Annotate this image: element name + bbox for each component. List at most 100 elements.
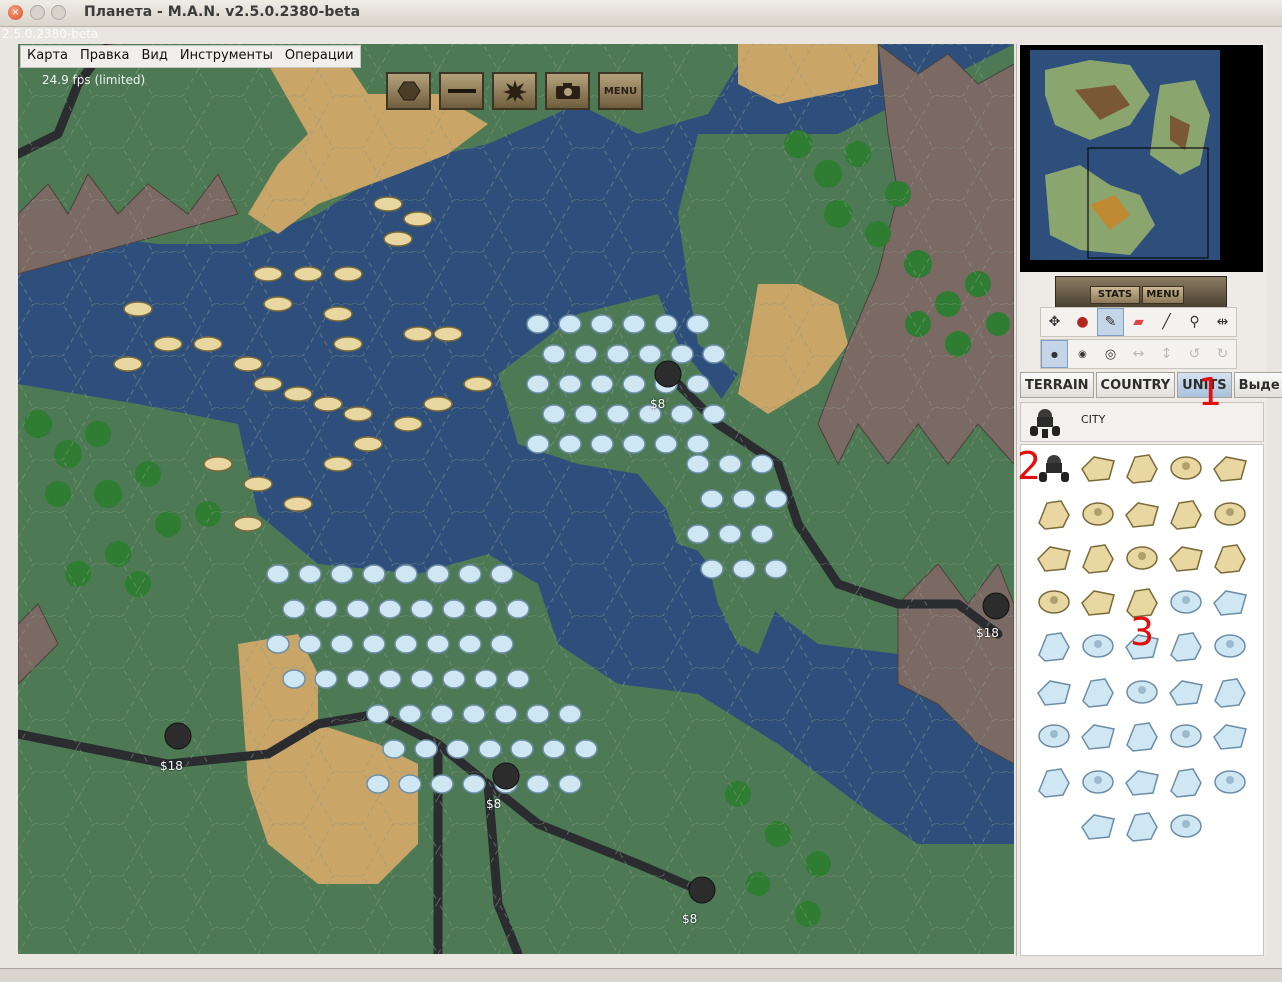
palette-unit-icon[interactable]	[1123, 449, 1161, 487]
ice-unit-sprite[interactable]	[526, 704, 550, 724]
gold-unit-sprite[interactable]	[433, 326, 463, 342]
ice-unit-sprite[interactable]	[686, 434, 710, 454]
minimap[interactable]	[1020, 45, 1263, 272]
ice-unit-sprite[interactable]	[700, 489, 724, 509]
ice-unit-sprite[interactable]	[366, 774, 390, 794]
ice-unit-sprite[interactable]	[314, 669, 338, 689]
ice-unit-sprite[interactable]	[542, 404, 566, 424]
gold-unit-sprite[interactable]	[403, 326, 433, 342]
ice-unit-sprite[interactable]	[558, 314, 582, 334]
ice-unit-sprite[interactable]	[430, 704, 454, 724]
ice-unit-sprite[interactable]	[542, 344, 566, 364]
gold-unit-sprite[interactable]	[233, 356, 263, 372]
ice-unit-sprite[interactable]	[558, 434, 582, 454]
ice-unit-sprite[interactable]	[298, 634, 322, 654]
palette-unit-icon[interactable]	[1079, 673, 1117, 711]
ice-unit-sprite[interactable]	[622, 374, 646, 394]
gold-unit-sprite[interactable]	[203, 456, 233, 472]
ice-unit-sprite[interactable]	[426, 564, 450, 584]
ice-unit-sprite[interactable]	[378, 669, 402, 689]
gold-unit-sprite[interactable]	[343, 406, 373, 422]
ice-unit-sprite[interactable]	[764, 489, 788, 509]
ice-unit-sprite[interactable]	[426, 634, 450, 654]
ice-unit-sprite[interactable]	[702, 404, 726, 424]
eyedropper-tool-button[interactable]: ⚲	[1181, 308, 1208, 336]
gold-unit-sprite[interactable]	[333, 336, 363, 352]
city-map-token[interactable]	[688, 876, 716, 904]
palette-unit-icon[interactable]	[1167, 627, 1205, 665]
ice-unit-sprite[interactable]	[442, 599, 466, 619]
ice-unit-sprite[interactable]	[490, 564, 514, 584]
gold-unit-sprite[interactable]	[243, 476, 273, 492]
ice-unit-sprite[interactable]	[346, 599, 370, 619]
gold-unit-sprite[interactable]	[253, 266, 283, 282]
ice-unit-sprite[interactable]	[442, 669, 466, 689]
brush-size-medium-button[interactable]: ◉	[1069, 340, 1096, 368]
ice-unit-sprite[interactable]	[394, 634, 418, 654]
ice-unit-sprite[interactable]	[382, 739, 406, 759]
gold-unit-sprite[interactable]	[393, 416, 423, 432]
ice-unit-sprite[interactable]	[686, 524, 710, 544]
ice-unit-sprite[interactable]	[750, 524, 774, 544]
ice-unit-sprite[interactable]	[526, 774, 550, 794]
palette-unit-icon[interactable]	[1123, 673, 1161, 711]
ice-unit-sprite[interactable]	[606, 344, 630, 364]
ice-unit-sprite[interactable]	[410, 599, 434, 619]
brush-size-large-button[interactable]: ◎	[1097, 340, 1124, 368]
ice-unit-sprite[interactable]	[654, 314, 678, 334]
palette-unit-icon[interactable]	[1211, 763, 1249, 801]
palette-unit-icon[interactable]	[1167, 449, 1205, 487]
palette-unit-icon[interactable]	[1211, 583, 1249, 621]
ice-unit-sprite[interactable]	[574, 344, 598, 364]
gold-unit-sprite[interactable]	[403, 211, 433, 227]
palette-unit-icon[interactable]	[1123, 495, 1161, 533]
ice-unit-sprite[interactable]	[394, 564, 418, 584]
palette-unit-icon[interactable]	[1035, 673, 1073, 711]
gold-unit-sprite[interactable]	[333, 266, 363, 282]
ice-unit-sprite[interactable]	[526, 374, 550, 394]
ice-unit-sprite[interactable]	[686, 454, 710, 474]
gold-unit-sprite[interactable]	[323, 456, 353, 472]
palette-unit-icon[interactable]	[1035, 627, 1073, 665]
screenshot-button[interactable]	[545, 72, 590, 110]
ice-unit-sprite[interactable]	[750, 454, 774, 474]
ice-unit-sprite[interactable]	[266, 564, 290, 584]
palette-unit-icon[interactable]	[1167, 673, 1205, 711]
ice-unit-sprite[interactable]	[490, 634, 514, 654]
tab-selection[interactable]: Выде	[1233, 372, 1282, 398]
ice-unit-sprite[interactable]	[558, 774, 582, 794]
palette-unit-icon[interactable]	[1079, 807, 1117, 845]
palette-unit-icon[interactable]	[1079, 717, 1117, 755]
ice-unit-sprite[interactable]	[430, 774, 454, 794]
ice-unit-sprite[interactable]	[558, 704, 582, 724]
palette-unit-icon[interactable]	[1079, 627, 1117, 665]
palette-unit-icon[interactable]	[1079, 763, 1117, 801]
ice-unit-sprite[interactable]	[686, 314, 710, 334]
flip-vertical-button[interactable]: ↕	[1153, 340, 1180, 368]
ice-unit-sprite[interactable]	[506, 599, 530, 619]
ice-unit-sprite[interactable]	[590, 314, 614, 334]
gold-unit-sprite[interactable]	[233, 516, 263, 532]
palette-unit-icon[interactable]	[1035, 763, 1073, 801]
gold-unit-sprite[interactable]	[373, 196, 403, 212]
ice-unit-sprite[interactable]	[526, 314, 550, 334]
ice-unit-sprite[interactable]	[574, 404, 598, 424]
ice-unit-sprite[interactable]	[478, 739, 502, 759]
ice-unit-sprite[interactable]	[474, 669, 498, 689]
menu-item-edit[interactable]: Правка	[74, 46, 135, 67]
palette-unit-icon[interactable]	[1211, 539, 1249, 577]
ice-unit-sprite[interactable]	[670, 344, 694, 364]
line-tool-button[interactable]	[439, 72, 484, 110]
ice-unit-sprite[interactable]	[462, 774, 486, 794]
ice-unit-sprite[interactable]	[670, 404, 694, 424]
ice-unit-sprite[interactable]	[282, 669, 306, 689]
ice-unit-sprite[interactable]	[686, 374, 710, 394]
palette-unit-icon[interactable]	[1211, 627, 1249, 665]
maximize-window-icon[interactable]	[51, 5, 66, 20]
hex-grid-button[interactable]	[386, 72, 431, 110]
ice-unit-sprite[interactable]	[298, 564, 322, 584]
ice-unit-sprite[interactable]	[718, 454, 742, 474]
palette-unit-icon[interactable]	[1079, 539, 1117, 577]
gold-unit-sprite[interactable]	[323, 306, 353, 322]
ice-unit-sprite[interactable]	[378, 599, 402, 619]
